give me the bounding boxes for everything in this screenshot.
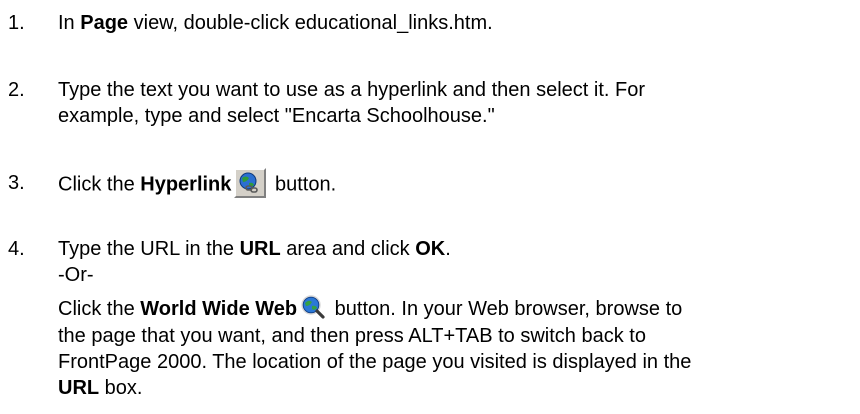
text-run: Click the xyxy=(58,173,141,196)
bold-term-page: Page xyxy=(80,12,129,34)
step-text: In Page view, double-click educational_l… xyxy=(58,10,848,36)
world-wide-web-globe-magnifier-icon xyxy=(300,294,326,320)
step-number: 3. xyxy=(8,172,25,194)
step-text: Type the text you want to use as a hyper… xyxy=(58,77,848,129)
step-number: 4. xyxy=(8,238,25,260)
step-line: FrontPage 2000. The location of the page… xyxy=(58,350,692,373)
step-line: Type the text you want to use as a hyper… xyxy=(58,79,645,101)
bold-term-ok: OK xyxy=(415,238,446,260)
bold-term-url: URL xyxy=(58,376,100,399)
step-line: In Page view, double-click educational_l… xyxy=(58,10,848,36)
text-run: button. In your Web browser, browse to xyxy=(329,298,683,320)
text-run: . xyxy=(445,238,451,260)
text-run: box. xyxy=(99,376,143,399)
step-text: Click the Hyperlink button. xyxy=(58,168,848,200)
text-run: Click the xyxy=(58,298,141,320)
text-run: Type the URL in the xyxy=(58,238,240,260)
step-line: URL box. xyxy=(58,375,848,401)
bold-term-url: URL xyxy=(239,238,281,260)
text-run: button. xyxy=(269,173,337,196)
text-run: area and click xyxy=(280,238,416,260)
hyperlink-globe-chain-icon xyxy=(234,168,267,198)
or-separator: -Or- xyxy=(58,264,94,286)
instructions-document: 1. In Page view, double-click educationa… xyxy=(0,0,860,414)
bold-term-world-wide-web: World Wide Web xyxy=(140,298,298,320)
text-run: In xyxy=(58,12,81,34)
step-number: 1. xyxy=(8,12,25,34)
step-line: Type the URL in the URL area and click O… xyxy=(58,236,848,262)
step-number: 2. xyxy=(8,79,25,101)
text-run: view, double-click educational_links.htm… xyxy=(128,12,493,34)
bold-term-hyperlink: Hyperlink xyxy=(140,173,232,196)
step-text: Type the URL in the URL area and click O… xyxy=(58,236,848,401)
step-line: the page that you want, and then press A… xyxy=(58,324,646,347)
step-line: example, type and select "Encarta School… xyxy=(58,105,495,127)
step-line: Click the World Wide Web button. In your… xyxy=(58,294,848,323)
step-line: Click the Hyperlink button. xyxy=(58,168,848,200)
